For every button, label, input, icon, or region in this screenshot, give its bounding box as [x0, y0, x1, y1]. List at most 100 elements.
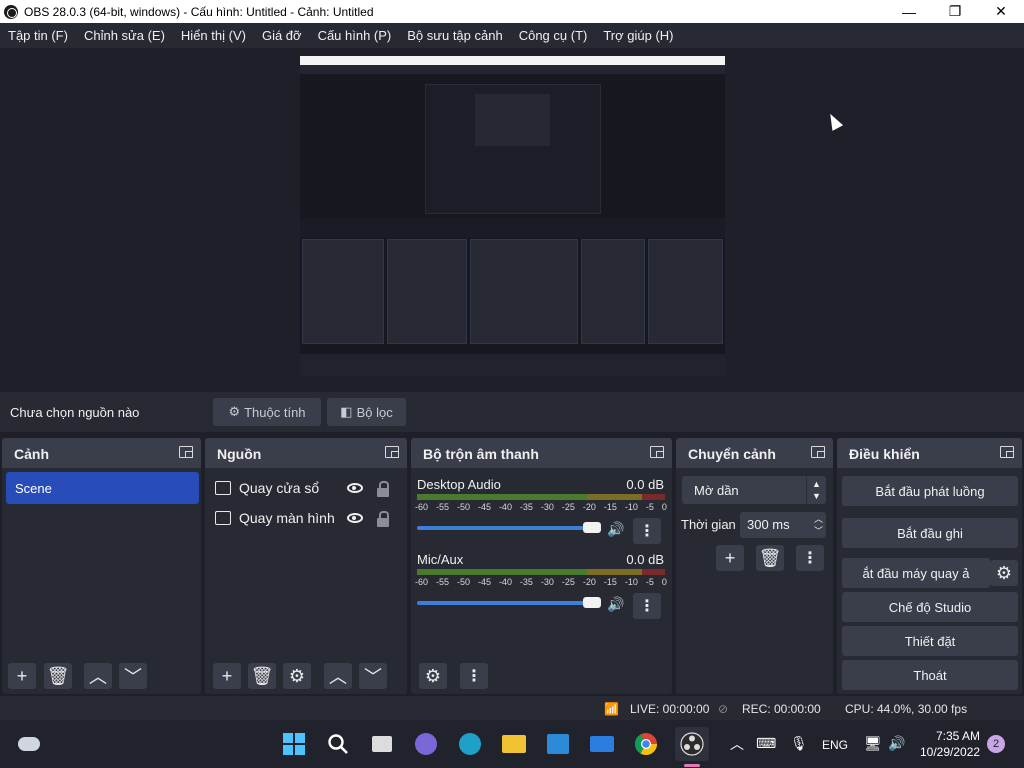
speaker-icon[interactable]: 🔊	[607, 521, 624, 538]
edge-browser-icon[interactable]	[458, 732, 482, 756]
speaker-icon[interactable]: 🔊	[607, 596, 624, 613]
transitions-title: Chuyển cảnh	[688, 446, 776, 462]
channel-menu-button[interactable]: ⋮	[633, 518, 661, 544]
microphone-icon[interactable]: 🎙	[790, 735, 808, 752]
stream-icon: 📶	[604, 702, 619, 716]
move-source-up-button[interactable]: ︿	[324, 663, 352, 689]
menu-profile[interactable]: Cấu hình (P)	[310, 28, 400, 43]
network-icon[interactable]: 🖥	[864, 735, 882, 752]
mixer-settings-button[interactable]: ⚙	[419, 663, 447, 689]
menu-edit[interactable]: Chỉnh sửa (E)	[76, 28, 173, 43]
volume-slider-handle[interactable]	[583, 597, 601, 608]
close-button[interactable]: ✕	[978, 0, 1024, 23]
lock-icon[interactable]	[377, 481, 389, 497]
meter-tick: -40	[498, 577, 512, 587]
notification-badge[interactable]: 2	[987, 735, 1005, 753]
sources-dock-header: Nguồn	[205, 438, 407, 468]
source-item-display-capture[interactable]: Quay màn hình	[215, 506, 335, 530]
minimize-button[interactable]: —	[886, 0, 932, 23]
add-transition-button[interactable]: +	[716, 545, 744, 571]
properties-button[interactable]: ⚙ Thuộc tính	[213, 398, 321, 426]
undock-icon[interactable]	[179, 446, 193, 458]
volume-slider-handle[interactable]	[583, 522, 601, 533]
keyboard-icon[interactable]: ⌨	[756, 735, 776, 752]
volume-slider[interactable]	[417, 601, 595, 605]
task-view-icon[interactable]	[370, 732, 394, 756]
mail-icon[interactable]	[590, 732, 614, 756]
preview-nested-dock	[387, 239, 467, 344]
meter-tick: -10	[624, 577, 638, 587]
gear-icon: ⚙	[995, 562, 1013, 583]
menu-tools[interactable]: Công cụ (T)	[511, 28, 596, 43]
settings-button[interactable]: Thiết đặt	[842, 626, 1018, 656]
menu-bar: Tập tin (F) Chỉnh sửa (E) Hiển thị (V) G…	[0, 23, 1024, 48]
chevron-up-icon[interactable]: ︿	[730, 734, 744, 754]
preview-canvas[interactable]	[300, 56, 725, 376]
meter-tick: -25	[561, 577, 575, 587]
source-item-window-capture[interactable]: Quay cửa sổ	[215, 476, 319, 500]
chevron-up-icon: ︿	[89, 667, 107, 687]
volume-icon[interactable]: 🔊	[888, 735, 905, 752]
virtual-camera-settings-button[interactable]: ⚙	[990, 560, 1018, 586]
undock-icon[interactable]	[650, 446, 664, 458]
file-explorer-icon[interactable]	[502, 732, 526, 756]
lock-icon[interactable]	[377, 511, 389, 527]
meter-scale: -60 -55 -50 -45 -40 -35 -30 -25 -20 -15 -10 -5 0	[415, 502, 667, 512]
source-toolbar: Chưa chọn nguồn nào ⚙ Thuộc tính ◧ Bộ lọ…	[0, 392, 1024, 432]
plus-icon: +	[724, 547, 736, 568]
weather-icon[interactable]	[17, 732, 41, 756]
menu-file[interactable]: Tập tin (F)	[0, 28, 76, 43]
start-virtual-camera-button[interactable]: ắt đầu máy quay ả	[842, 558, 990, 588]
channel-menu-button[interactable]: ⋮	[633, 593, 661, 619]
studio-mode-button[interactable]: Chế độ Studio	[842, 592, 1018, 622]
duration-spinbox[interactable]: 300 ms ︿ ﹀	[740, 512, 826, 538]
undock-icon[interactable]	[811, 446, 825, 458]
move-scene-down-button[interactable]: ﹀	[119, 663, 147, 689]
clock-date[interactable]: 10/29/2022	[920, 745, 980, 759]
meter-tick: -30	[540, 577, 554, 587]
remove-scene-button[interactable]: 🗑	[44, 663, 72, 689]
microsoft-store-icon[interactable]	[546, 732, 570, 756]
meter-tick: -30	[540, 502, 554, 512]
undock-icon[interactable]	[1000, 446, 1014, 458]
meter-tick: -25	[561, 502, 575, 512]
plus-icon: +	[221, 665, 233, 686]
more-icon: ⋮	[802, 550, 818, 567]
obs-taskbar-icon[interactable]	[675, 727, 709, 761]
move-source-down-button[interactable]: ﹀	[359, 663, 387, 689]
menu-docks[interactable]: Giá đỡ	[254, 28, 310, 43]
filters-label: Bộ lọc	[356, 404, 393, 420]
mixer-title: Bộ trộn âm thanh	[423, 446, 539, 462]
volume-slider[interactable]	[417, 526, 595, 530]
start-recording-button[interactable]: Bắt đầu ghi	[842, 518, 1018, 548]
mixer-menu-button[interactable]: ⋮	[460, 663, 488, 689]
rec-status: REC: 00:00:00	[742, 702, 821, 716]
undock-icon[interactable]	[385, 446, 399, 458]
search-icon[interactable]	[326, 732, 350, 756]
menu-scene-collection[interactable]: Bộ sưu tập cảnh	[399, 28, 510, 43]
move-scene-up-button[interactable]: ︿	[84, 663, 112, 689]
windows-start-icon[interactable]	[282, 732, 306, 756]
spin-arrows-icon: ︿ ﹀	[813, 514, 823, 536]
eye-icon[interactable]	[347, 483, 363, 493]
teams-chat-icon[interactable]	[414, 732, 438, 756]
transition-select[interactable]: Mờ dần ▲ ▼	[682, 476, 826, 504]
menu-view[interactable]: Hiển thị (V)	[173, 28, 254, 43]
preview-nested-dock	[302, 239, 384, 344]
menu-help[interactable]: Trợ giúp (H)	[595, 28, 681, 43]
clock-time[interactable]: 7:35 AM	[936, 729, 980, 743]
chrome-icon[interactable]	[634, 732, 658, 756]
language-indicator[interactable]: ENG	[822, 738, 848, 752]
filters-button[interactable]: ◧ Bộ lọc	[327, 398, 406, 426]
maximize-button[interactable]: ❐	[932, 0, 978, 23]
source-properties-button[interactable]: ⚙	[283, 663, 311, 689]
remove-transition-button[interactable]: 🗑	[756, 545, 784, 571]
eye-icon[interactable]	[347, 513, 363, 523]
exit-button[interactable]: Thoát	[842, 660, 1018, 690]
add-source-button[interactable]: +	[213, 663, 241, 689]
start-streaming-button[interactable]: Bắt đầu phát luồng	[842, 476, 1018, 506]
transition-menu-button[interactable]: ⋮	[796, 545, 824, 571]
remove-source-button[interactable]: 🗑	[248, 663, 276, 689]
scene-list-item[interactable]: Scene	[6, 472, 199, 504]
add-scene-button[interactable]: +	[8, 663, 36, 689]
